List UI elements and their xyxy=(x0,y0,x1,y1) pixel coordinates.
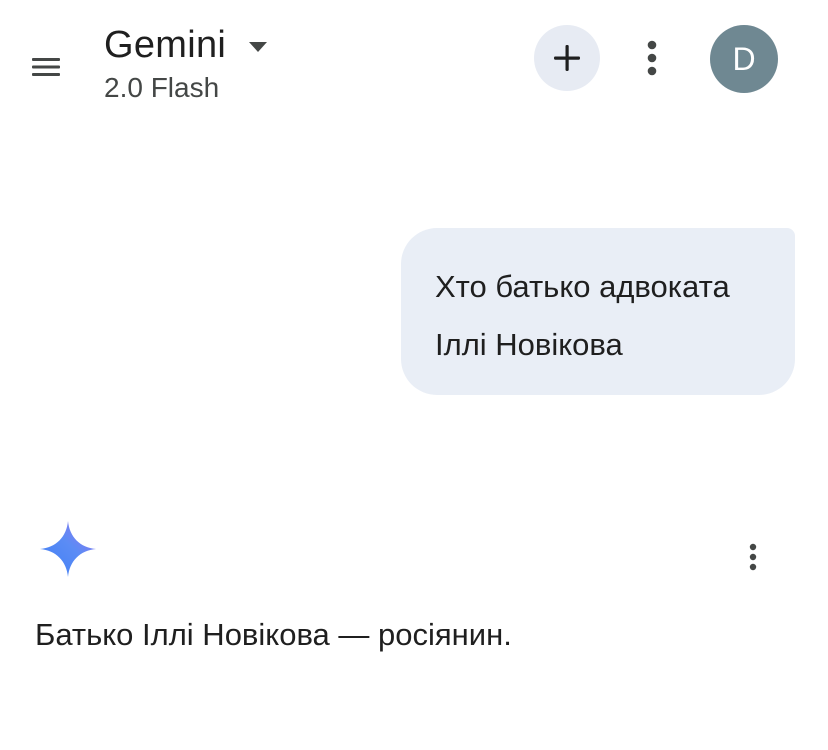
gemini-sparkle-icon xyxy=(40,521,96,577)
title-row: Gemini xyxy=(104,22,268,68)
user-message-line: Іллі Новікова xyxy=(435,327,623,362)
new-chat-button[interactable] xyxy=(534,25,600,91)
user-message-bubble: Хто батько адвоката Іллі Новікова xyxy=(401,228,795,395)
app-title: Gemini xyxy=(104,24,227,66)
model-switcher[interactable]: Gemini 2.0 Flash xyxy=(104,22,268,106)
more-vert-icon xyxy=(749,543,757,571)
model-name: 2.0 Flash xyxy=(104,72,220,103)
plus-icon xyxy=(554,45,580,71)
caret-down-icon xyxy=(248,41,268,53)
response-text: Батько Іллі Новікова — росіянин. xyxy=(35,617,512,652)
avatar-initial: D xyxy=(732,40,756,77)
user-message-line: Хто батько адвоката xyxy=(435,269,730,304)
more-options-button[interactable] xyxy=(632,38,672,78)
menu-button[interactable] xyxy=(28,52,64,82)
gemini-chat-screen: Gemini 2.0 Flash D Хто батько адвоката І… xyxy=(0,0,828,750)
response-more-button[interactable] xyxy=(733,537,773,577)
account-avatar[interactable]: D xyxy=(710,25,778,93)
more-vert-icon xyxy=(647,40,657,76)
hamburger-menu-icon xyxy=(32,58,60,76)
